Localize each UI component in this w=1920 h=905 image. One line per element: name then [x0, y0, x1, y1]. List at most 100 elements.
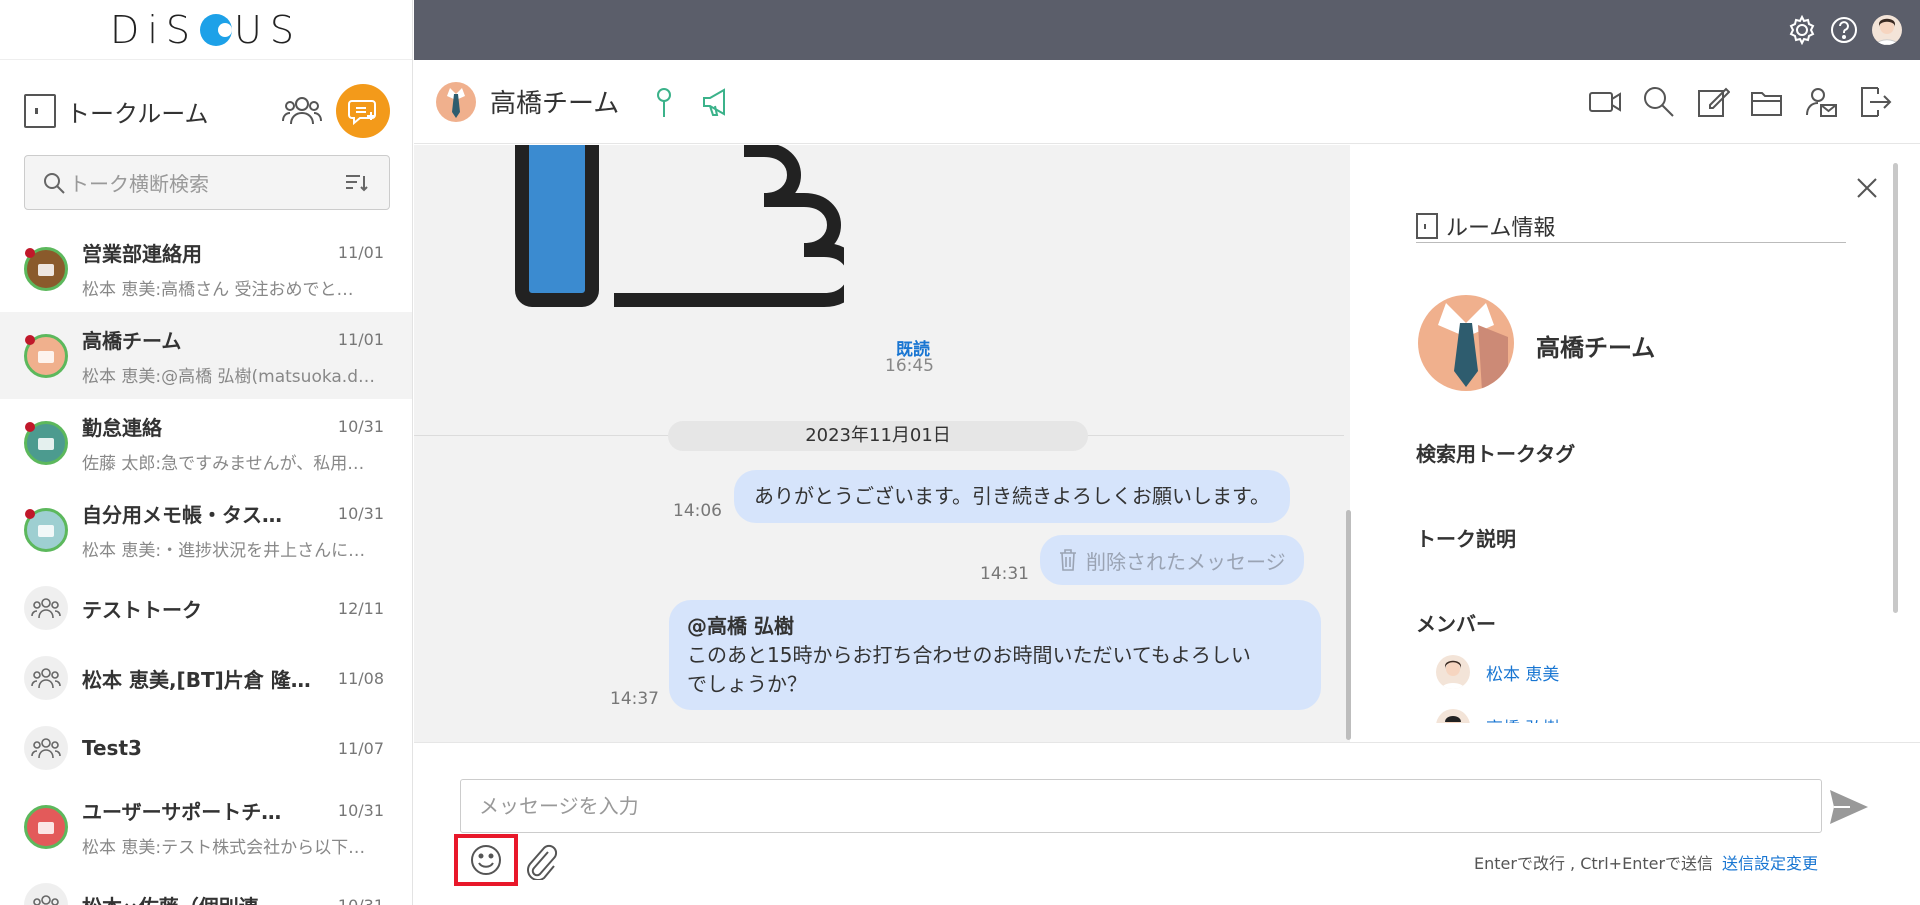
user-avatar[interactable]	[1872, 15, 1902, 45]
talk-date: 10/31	[337, 503, 384, 523]
people-avatar	[24, 420, 68, 465]
emoji-button[interactable]	[454, 834, 518, 886]
talk-name: 勤怠連絡	[82, 415, 162, 440]
member-avatar	[1436, 655, 1470, 689]
member-item[interactable]: 松本 恵美	[1436, 655, 1559, 689]
talk-item[interactable]: 営業部連絡用 11/01 松本 恵美:高橋さん 受注おめでと…	[0, 225, 412, 312]
talk-item[interactable]: 自分用メモ帳・タス… 10/31 松本 恵美:・進捗状況を井上さんに…	[0, 486, 412, 573]
talk-name: Test3	[82, 736, 142, 760]
talk-body: 松本⇔佐藤（個別連… 10/31	[82, 891, 412, 905]
talk-body: 自分用メモ帳・タス… 10/31 松本 恵美:・進捗状況を井上さんに…	[82, 499, 412, 561]
message-time: 14:37	[610, 689, 659, 709]
member-item[interactable]: 高橋 弘樹	[1436, 709, 1559, 723]
talk-top: 高橋チーム 11/01	[82, 325, 384, 354]
talk-top: 松本⇔佐藤（個別連… 10/31	[82, 891, 384, 905]
room-name: 高橋チーム	[1536, 334, 1656, 362]
paperclip-icon[interactable]	[522, 842, 558, 880]
talk-body: 勤怠連絡 10/31 佐藤 太郎:急ですみませんが、私用…	[82, 412, 412, 474]
talk-item[interactable]: ユーザーサポートチ… 10/31 松本 恵美:テスト株式会社から以下…	[0, 783, 412, 870]
logo-bar: DiSUS	[0, 0, 412, 60]
message-time: 14:31	[980, 564, 1029, 584]
talkroom-header: トークルーム	[24, 84, 390, 138]
message-input[interactable]	[460, 779, 1822, 833]
folder-icon[interactable]	[1750, 85, 1784, 119]
megaphone-icon[interactable]	[700, 85, 734, 119]
message-time: 14:06	[673, 501, 722, 521]
talk-item[interactable]: 松本⇔佐藤（個別連… 10/31	[0, 870, 412, 905]
talk-date: 11/01	[337, 242, 384, 262]
deleted-message-bubble[interactable]: 削除されたメッセージ	[1040, 535, 1304, 585]
talk-body: テストトーク 12/11	[82, 594, 412, 623]
mention[interactable]: @高橋 弘樹	[687, 612, 1303, 641]
thumbs-up-avatar	[24, 804, 68, 849]
talk-item[interactable]: 高橋チーム 11/01 松本 恵美:@高橋 弘樹(matsuoka.d…	[0, 312, 412, 399]
read-time: 16:45	[885, 356, 934, 376]
date-separator: 2023年11月01日	[668, 421, 1088, 451]
talk-preview: 松本 恵美:高橋さん 受注おめでと…	[82, 279, 354, 300]
new-talk-button[interactable]	[336, 84, 390, 138]
talkroom-title: トークルーム	[66, 99, 209, 128]
unread-dot	[25, 334, 35, 345]
talk-top: ユーザーサポートチ… 10/31	[82, 796, 384, 825]
gear-icon[interactable]	[1787, 15, 1817, 45]
talk-name: 営業部連絡用	[82, 241, 202, 266]
message-bubble[interactable]: ありがとうございます。引き続きよろしくお願いします。	[734, 470, 1290, 523]
group-avatar	[24, 656, 68, 700]
talk-body: 高橋チーム 11/01 松本 恵美:@高橋 弘樹(matsuoka.d…	[82, 325, 412, 387]
message-bubble[interactable]: @高橋 弘樹 このあと15時からお打ち合わせのお時間いただいてもよろしい でしょ…	[669, 600, 1321, 710]
talk-item[interactable]: 松本 恵美,[BT]片倉 隆… 11/08	[0, 643, 412, 713]
talk-date: 10/31	[337, 895, 384, 905]
group-avatar	[24, 883, 68, 905]
members-label: メンバー	[1416, 612, 1496, 636]
sidebar: DiSUS トークルーム トーク横断検索 営業部連絡用 11/01 松本 恵美:…	[0, 0, 413, 905]
send-icon[interactable]	[1828, 787, 1870, 827]
talk-top: 勤怠連絡 10/31	[82, 412, 384, 441]
discus-logo[interactable]: DiSUS	[110, 8, 302, 52]
trash-icon	[1060, 549, 1076, 571]
pin-icon[interactable]	[652, 85, 676, 119]
talk-name: 高橋チーム	[82, 328, 182, 353]
talk-date: 11/07	[337, 738, 384, 758]
room-avatar	[436, 81, 476, 122]
chat-scrollbar[interactable]	[1346, 510, 1351, 740]
send-hint: Enterで改行 , Ctrl+Enterで送信	[1474, 854, 1714, 873]
exit-icon[interactable]	[1858, 85, 1892, 119]
sort-icon[interactable]	[345, 173, 369, 193]
member-mail-icon[interactable]	[1804, 85, 1838, 119]
room-info-label: ルーム情報	[1446, 215, 1556, 241]
talk-item[interactable]: テストトーク 12/11	[0, 573, 412, 643]
info-scrollbar[interactable]	[1893, 163, 1898, 613]
talk-preview: 佐藤 太郎:急ですみませんが、私用…	[82, 453, 365, 474]
member-name[interactable]: 高橋 弘樹	[1486, 714, 1559, 724]
talk-body: 営業部連絡用 11/01 松本 恵美:高橋さん 受注おめでと…	[82, 238, 412, 300]
members-icon[interactable]	[282, 94, 322, 128]
talk-search-input[interactable]: トーク横断検索	[24, 155, 390, 210]
talk-item[interactable]: Test3 11/07	[0, 713, 412, 783]
edit-icon[interactable]	[1696, 85, 1730, 119]
talk-top: 自分用メモ帳・タス… 10/31	[82, 499, 384, 528]
message-area[interactable]: 既読 16:45 2023年11月01日 14:06 ありがとうございます。引き…	[414, 145, 1350, 742]
unread-dot	[25, 421, 35, 432]
tag-label: 検索用トークタグ	[1416, 442, 1576, 466]
talk-date: 11/08	[337, 668, 384, 688]
talk-top: Test3 11/07	[82, 736, 384, 760]
tie-avatar	[24, 333, 68, 378]
talk-item[interactable]: 勤怠連絡 10/31 佐藤 太郎:急ですみませんが、私用…	[0, 399, 412, 486]
video-call-icon[interactable]	[1588, 85, 1622, 119]
talk-name: 松本⇔佐藤（個別連…	[82, 891, 279, 905]
talk-top: 営業部連絡用 11/01	[82, 238, 384, 267]
room-title: 高橋チーム	[490, 89, 620, 119]
search-placeholder: トーク横断検索	[69, 172, 209, 196]
send-settings-link[interactable]: 送信設定変更	[1722, 850, 1818, 874]
talk-date: 11/01	[337, 329, 384, 349]
help-icon[interactable]	[1829, 15, 1859, 45]
briefcase-avatar	[24, 246, 68, 291]
chat-header: 高橋チーム	[414, 60, 1920, 144]
member-name[interactable]: 松本 恵美	[1486, 660, 1559, 685]
search-icon[interactable]	[1642, 85, 1676, 119]
talk-name: 自分用メモ帳・タス…	[82, 502, 282, 527]
talk-date: 10/31	[337, 416, 384, 436]
close-icon[interactable]	[1854, 175, 1880, 201]
talk-preview: 松本 恵美:@高橋 弘樹(matsuoka.d…	[82, 366, 376, 387]
talk-list: 営業部連絡用 11/01 松本 恵美:高橋さん 受注おめでと… 高橋チーム 11/01 松…	[0, 225, 412, 905]
